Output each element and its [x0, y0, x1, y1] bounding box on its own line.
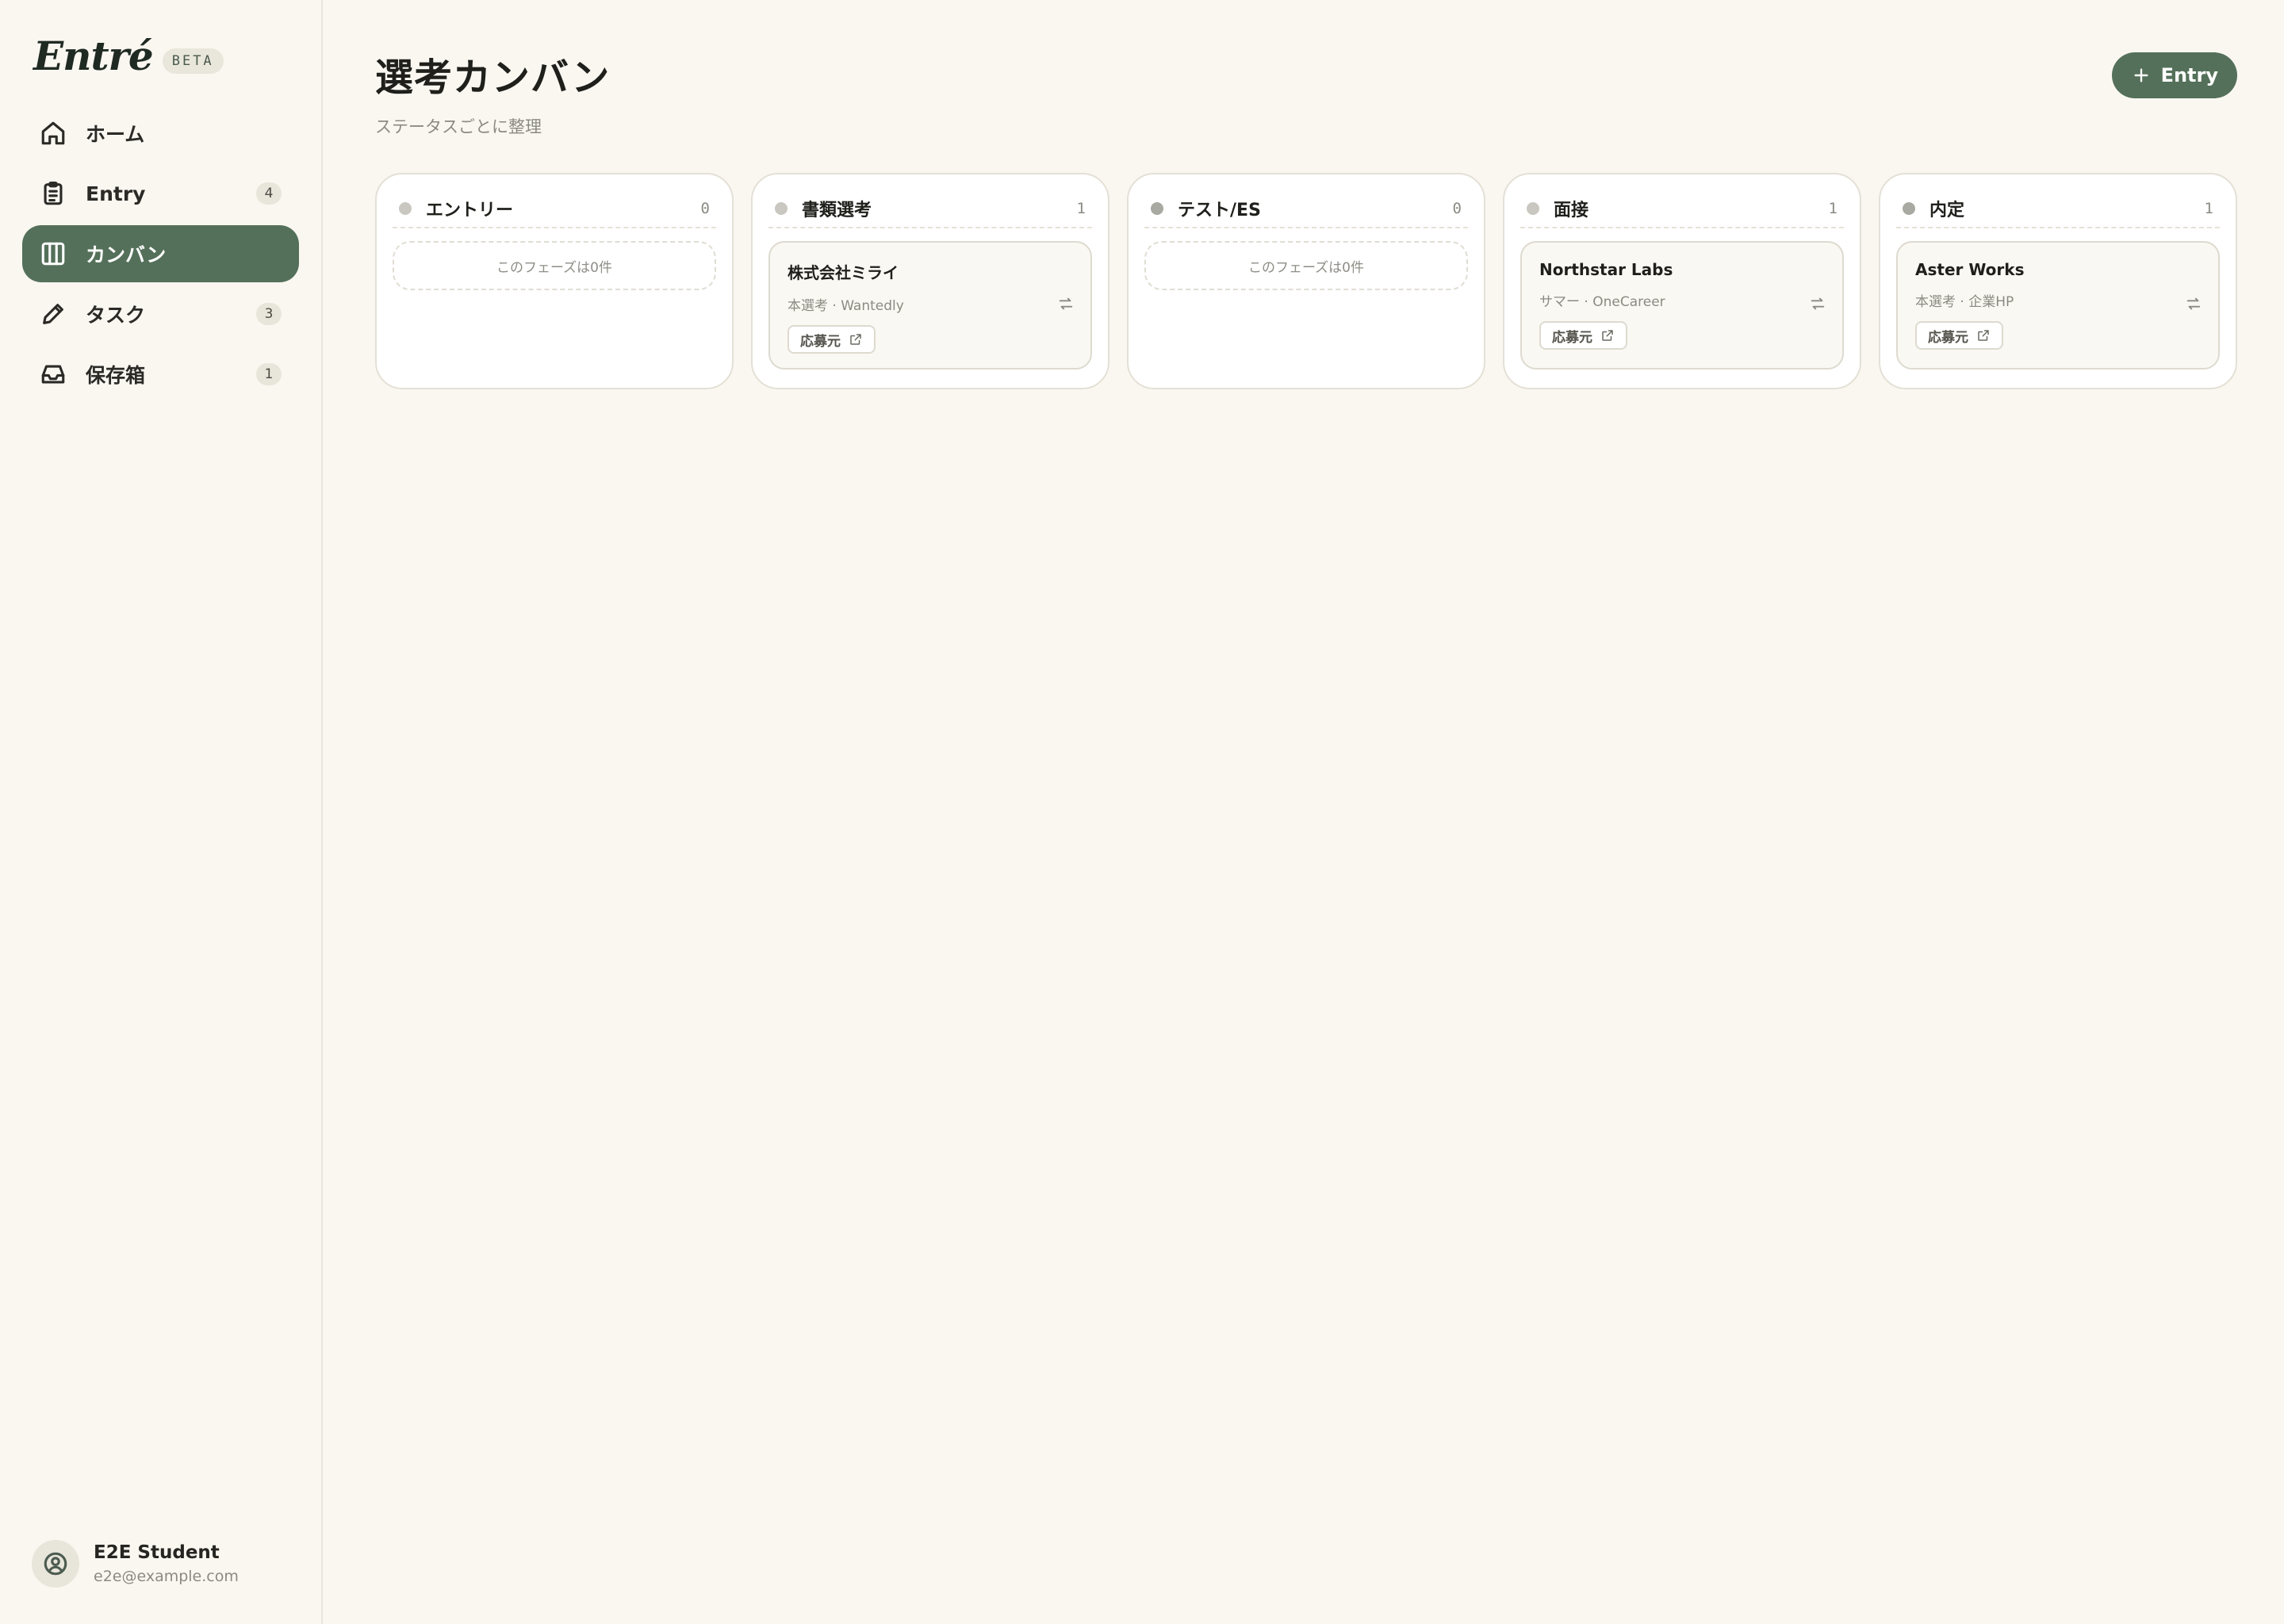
card-title: Northstar Labs — [1539, 260, 1673, 279]
column-title: 面接 — [1554, 201, 1589, 220]
brand: Entré BETA — [22, 0, 299, 79]
avatar — [32, 1540, 79, 1588]
move-arrows-icon[interactable] — [2185, 295, 2202, 312]
plus-icon — [2134, 68, 2148, 82]
sidebar-item-label: タスク — [86, 304, 146, 327]
external-link-icon — [850, 334, 861, 345]
sidebar-item-archive[interactable]: 保存箱 1 — [22, 346, 299, 403]
column-count: 1 — [1828, 200, 1838, 217]
user-profile[interactable]: E2E Student e2e@example.com — [32, 1540, 239, 1588]
card-title: Aster Works — [1915, 260, 2025, 279]
tasks-count-badge: 3 — [256, 303, 282, 325]
column-count: 1 — [2204, 200, 2213, 217]
status-dot — [1151, 202, 1163, 215]
move-arrows-icon[interactable] — [1809, 295, 1826, 312]
user-info: E2E Student e2e@example.com — [94, 1542, 239, 1585]
source-link-label: 応募元 — [1928, 329, 1968, 346]
status-dot — [775, 202, 788, 215]
column-header: 書類選考 1 — [768, 190, 1092, 228]
status-dot — [1527, 202, 1539, 215]
column-title: エントリー — [426, 201, 514, 220]
kanban-column-document-screening: 書類選考 1 株式会社ミライ 本選考 · Wantedly 応募元 — [751, 173, 1109, 389]
brand-logo[interactable]: Entré — [33, 33, 154, 79]
entry-count-badge: 4 — [256, 182, 282, 205]
sidebar-item-tasks[interactable]: タスク 3 — [22, 285, 299, 343]
sidebar-item-home[interactable]: ホーム — [22, 105, 299, 162]
column-header: 面接 1 — [1520, 190, 1844, 228]
sidebar-item-entry[interactable]: Entry 4 — [22, 165, 299, 222]
kanban-card[interactable]: Northstar Labs サマー · OneCareer 応募元 — [1520, 241, 1844, 370]
sidebar-item-label: カンバン — [86, 243, 167, 266]
column-header: テスト/ES 0 — [1144, 190, 1468, 228]
column-title: 内定 — [1930, 201, 1965, 220]
page-subtitle: ステータスごとに整理 — [375, 117, 542, 136]
page-heading: 選考カンバン ステータスごとに整理 — [375, 46, 610, 138]
source-link-label: 応募元 — [800, 333, 841, 350]
source-link-button[interactable]: 応募元 — [788, 325, 876, 354]
external-link-icon — [1602, 330, 1613, 341]
card-meta: 本選考 · 企業HP — [1915, 294, 2014, 310]
empty-column-placeholder: このフェーズは0件 — [1144, 241, 1468, 290]
external-link-icon — [1978, 330, 1989, 341]
column-header: エントリー 0 — [393, 190, 716, 228]
kanban-column-offer: 内定 1 Aster Works 本選考 · 企業HP 応募元 — [1879, 173, 2237, 389]
kanban-card[interactable]: 株式会社ミライ 本選考 · Wantedly 応募元 — [768, 241, 1092, 370]
empty-column-placeholder: このフェーズは0件 — [393, 241, 716, 290]
source-link-button[interactable]: 応募元 — [1539, 321, 1627, 350]
card-meta: サマー · OneCareer — [1539, 294, 1665, 310]
kanban-column-test-es: テスト/ES 0 このフェーズは0件 — [1127, 173, 1485, 389]
main-content: 選考カンバン ステータスごとに整理 Entry エントリー 0 このフェーズは0… — [323, 0, 2284, 1624]
source-link-button[interactable]: 応募元 — [1915, 321, 2003, 350]
sidebar-item-kanban[interactable]: カンバン — [22, 225, 299, 282]
column-title: 書類選考 — [802, 201, 872, 220]
app: Entré BETA ホーム Entry 4 カンバン タスク 3 保存箱 1 … — [0, 0, 2284, 1624]
beta-badge: BETA — [162, 48, 224, 74]
kanban-card[interactable]: Aster Works 本選考 · 企業HP 応募元 — [1896, 241, 2220, 370]
sidebar-item-label: 保存箱 — [86, 364, 146, 387]
page-title: 選考カンバン — [375, 56, 611, 100]
column-count: 0 — [700, 200, 710, 217]
sidebar-item-label: Entry — [86, 182, 146, 205]
kanban-column-interview: 面接 1 Northstar Labs サマー · OneCareer 応募元 — [1503, 173, 1861, 389]
user-email: e2e@example.com — [94, 1568, 239, 1585]
sidebar-nav: ホーム Entry 4 カンバン タスク 3 保存箱 1 — [22, 105, 299, 403]
sidebar: Entré BETA ホーム Entry 4 カンバン タスク 3 保存箱 1 … — [0, 0, 323, 1624]
user-name: E2E Student — [94, 1542, 220, 1563]
pencil-icon — [40, 301, 67, 327]
column-title: テスト/ES — [1178, 201, 1261, 220]
kanban-board: エントリー 0 このフェーズは0件 書類選考 1 株式会社ミライ 本選考 · W… — [375, 173, 2237, 389]
page-header: 選考カンバン ステータスごとに整理 Entry — [375, 46, 2237, 138]
column-count: 1 — [1076, 200, 1086, 217]
sidebar-item-label: ホーム — [86, 123, 145, 146]
column-header: 内定 1 — [1896, 190, 2220, 228]
card-meta: 本選考 · Wantedly — [788, 298, 904, 314]
add-entry-label: Entry — [2160, 64, 2218, 86]
archive-count-badge: 1 — [256, 363, 282, 385]
kanban-column-entry: エントリー 0 このフェーズは0件 — [375, 173, 734, 389]
home-icon — [40, 120, 67, 147]
clipboard-icon — [40, 180, 67, 207]
kanban-icon — [40, 240, 67, 267]
status-dot — [399, 202, 412, 215]
inbox-icon — [40, 361, 67, 388]
move-arrows-icon[interactable] — [1057, 295, 1075, 312]
source-link-label: 応募元 — [1552, 329, 1592, 346]
status-dot — [1903, 202, 1915, 215]
column-count: 0 — [1452, 200, 1462, 217]
card-title: 株式会社ミライ — [788, 263, 899, 282]
add-entry-button[interactable]: Entry — [2111, 52, 2237, 98]
user-circle-icon — [44, 1552, 67, 1576]
